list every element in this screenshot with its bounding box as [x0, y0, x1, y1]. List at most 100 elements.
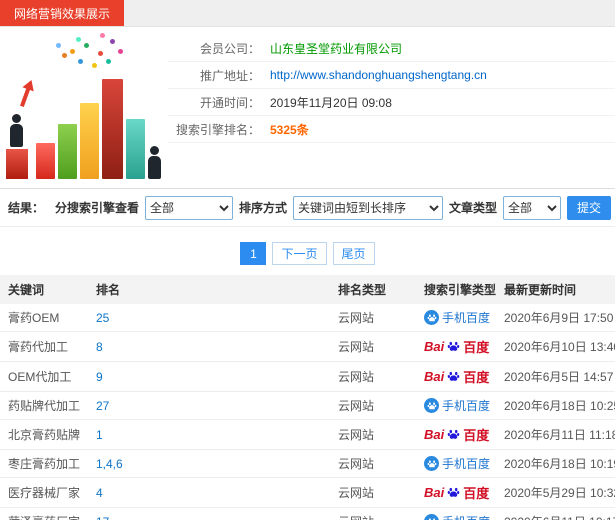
- keyword-cell: 膏药代加工: [0, 331, 88, 362]
- pagination: 1 下一页 尾页: [0, 242, 615, 265]
- engine-cell: 手机百度 手机百度: [416, 391, 496, 420]
- engine-cell: 手机百度 手机百度: [416, 507, 496, 520]
- mobile-baidu-logo: 手机百度: [424, 513, 490, 520]
- member-info-section: 会员公司： 山东皇圣堂药业有限公司 推广地址： http://www.shand…: [0, 27, 615, 189]
- engine-select[interactable]: 全部: [144, 195, 233, 220]
- results-table-body: 膏药OEM 25 云网站 手机百度 2020年6月9日 17:50 膏药代加工 …: [0, 304, 615, 520]
- next-page-button[interactable]: 下一页: [272, 242, 327, 265]
- mobile-baidu-paw-icon: [424, 456, 439, 471]
- chart-bar: [126, 119, 145, 179]
- update-time-cell: 2020年6月9日 17:50: [496, 304, 615, 332]
- info-row-rank-count: 搜索引擎排名： 5325条: [168, 116, 615, 143]
- header-update-time: 最新更新时间: [496, 275, 615, 304]
- open-time-label: 开通时间：: [199, 95, 260, 110]
- engine-cell: 手机百度 手机百度: [416, 449, 496, 478]
- keyword-cell: OEM代加工: [0, 361, 88, 392]
- open-time-value: 2019年11月20日 09:08: [270, 95, 392, 110]
- company-label: 会员公司：: [199, 41, 260, 56]
- mobile-baidu-logo: 手机百度: [424, 455, 490, 472]
- update-time-cell: 2020年6月18日 10:19: [496, 449, 615, 478]
- mobile-baidu-logo: 手机百度: [424, 309, 490, 326]
- rank-type-cell: 云网站: [330, 449, 416, 478]
- baidu-paw-icon: [447, 340, 460, 353]
- topbar: 网络营销效果展示: [0, 0, 615, 27]
- rank-type-cell: 云网站: [330, 507, 416, 520]
- update-time-cell: 2020年6月5日 14:57: [496, 361, 615, 392]
- header-rank-type: 排名类型: [330, 275, 416, 304]
- table-row[interactable]: 膏药OEM 25 云网站 手机百度 2020年6月9日 17:50: [0, 304, 615, 332]
- baidu-paw-icon: [447, 370, 460, 383]
- table-row[interactable]: 菏泽膏药厂家 17 云网站 手机百度: [0, 507, 615, 520]
- rank-cell[interactable]: 8: [88, 331, 330, 362]
- keyword-cell: 枣庄膏药加工: [0, 449, 88, 478]
- table-row[interactable]: 药贴牌代加工 27 云网站 手机百度 2020年6月18日 10:25: [0, 391, 615, 420]
- engine-cell: 百度 Bai 百度: [416, 361, 496, 392]
- promo-url-link[interactable]: http://www.shandonghuangshengtang.cn: [270, 68, 487, 82]
- mobile-baidu-logo: 手机百度: [424, 397, 490, 414]
- mobile-baidu-paw-icon: [424, 310, 439, 325]
- table-header-row: 关键词 排名 排名类型 搜索引擎类型 最新更新时间: [0, 275, 615, 304]
- article-type-select[interactable]: 全部: [502, 195, 561, 220]
- company-link[interactable]: 山东皇圣堂药业有限公司: [270, 40, 402, 57]
- mobile-baidu-paw-icon: [424, 514, 439, 520]
- info-row-open-time: 开通时间： 2019年11月20日 09:08: [168, 89, 615, 116]
- marketing-illustration: [0, 27, 168, 187]
- rank-type-cell: 云网站: [330, 419, 416, 450]
- engine-cell: 百度 Bai 百度: [416, 331, 496, 362]
- rank-cell[interactable]: 4: [88, 477, 330, 508]
- rank-cell[interactable]: 9: [88, 361, 330, 392]
- baidu-paw-icon: [447, 486, 460, 499]
- engine-cell: 手机百度 手机百度: [416, 304, 496, 332]
- member-info-list: 会员公司： 山东皇圣堂药业有限公司 推广地址： http://www.shand…: [168, 27, 615, 188]
- header-engine-type: 搜索引擎类型: [416, 275, 496, 304]
- rank-cell[interactable]: 27: [88, 391, 330, 420]
- keyword-cell: 膏药OEM: [0, 304, 88, 332]
- growth-arrow-icon: [20, 83, 32, 107]
- page-title-tab[interactable]: 网络营销效果展示: [0, 0, 125, 26]
- page-number-current[interactable]: 1: [240, 242, 267, 265]
- table-row[interactable]: 膏药代加工 8 云网站 百度 Bai: [0, 331, 615, 362]
- rank-type-cell: 云网站: [330, 391, 416, 420]
- header-keyword: 关键词: [0, 275, 88, 304]
- info-row-company: 会员公司： 山东皇圣堂药业有限公司: [168, 35, 615, 62]
- chart-bar: [102, 79, 123, 179]
- baidu-logo: Bai 百度: [424, 339, 490, 355]
- engine-filter-label: 分搜索引擎查看: [54, 201, 139, 215]
- rank-cell[interactable]: 1: [88, 419, 330, 450]
- promo-url-label: 推广地址：: [199, 68, 260, 83]
- filter-group: 分搜索引擎查看 全部 排序方式 关键词由短到长排序 文章类型 全部 提交: [54, 195, 611, 220]
- result-label: 结果：: [8, 201, 45, 215]
- rank-type-cell: 云网站: [330, 477, 416, 508]
- page-title: 网络营销效果展示: [14, 6, 111, 21]
- rank-count-label: 搜索引擎排名：: [175, 122, 260, 137]
- rank-cell[interactable]: 1,4,6: [88, 449, 330, 478]
- engine-cell: 百度 Bai 百度: [416, 477, 496, 508]
- update-time-cell: 2020年5月29日 10:32: [496, 477, 615, 508]
- table-row[interactable]: 医疗器械厂家 4 云网站 百度 Bai: [0, 477, 615, 508]
- rank-type-cell: 云网站: [330, 361, 416, 392]
- last-page-button[interactable]: 尾页: [332, 242, 375, 265]
- update-time-cell: 2020年6月10日 13:40: [496, 331, 615, 362]
- businessman-figure: [8, 114, 24, 147]
- chart-bar: [36, 143, 55, 179]
- rank-type-cell: 云网站: [330, 331, 416, 362]
- update-time-cell: 2020年6月11日 11:18: [496, 419, 615, 450]
- info-row-url: 推广地址： http://www.shandonghuangshengtang.…: [168, 62, 615, 89]
- table-row[interactable]: OEM代加工 9 云网站 百度 Bai: [0, 361, 615, 392]
- baidu-logo: Bai 百度: [424, 369, 490, 385]
- submit-button[interactable]: 提交: [566, 195, 611, 220]
- sort-select[interactable]: 关键词由短到长排序: [292, 195, 443, 220]
- pedestal: [6, 149, 28, 179]
- baidu-logo: Bai 百度: [424, 427, 490, 443]
- mobile-baidu-paw-icon: [424, 398, 439, 413]
- table-row[interactable]: 北京膏药贴牌 1 云网站 百度 Bai: [0, 419, 615, 450]
- keyword-cell: 北京膏药贴牌: [0, 419, 88, 450]
- rank-cell[interactable]: 25: [88, 304, 330, 332]
- chart-bar: [58, 124, 77, 179]
- rank-cell[interactable]: 17: [88, 507, 330, 520]
- table-row[interactable]: 枣庄膏药加工 1,4,6 云网站 手机百度 2020年6月18日 10:19: [0, 449, 615, 478]
- businessman-figure: [146, 146, 162, 179]
- article-type-label: 文章类型: [448, 201, 497, 215]
- chart-bar: [80, 103, 99, 179]
- engine-cell: 百度 Bai 百度: [416, 419, 496, 450]
